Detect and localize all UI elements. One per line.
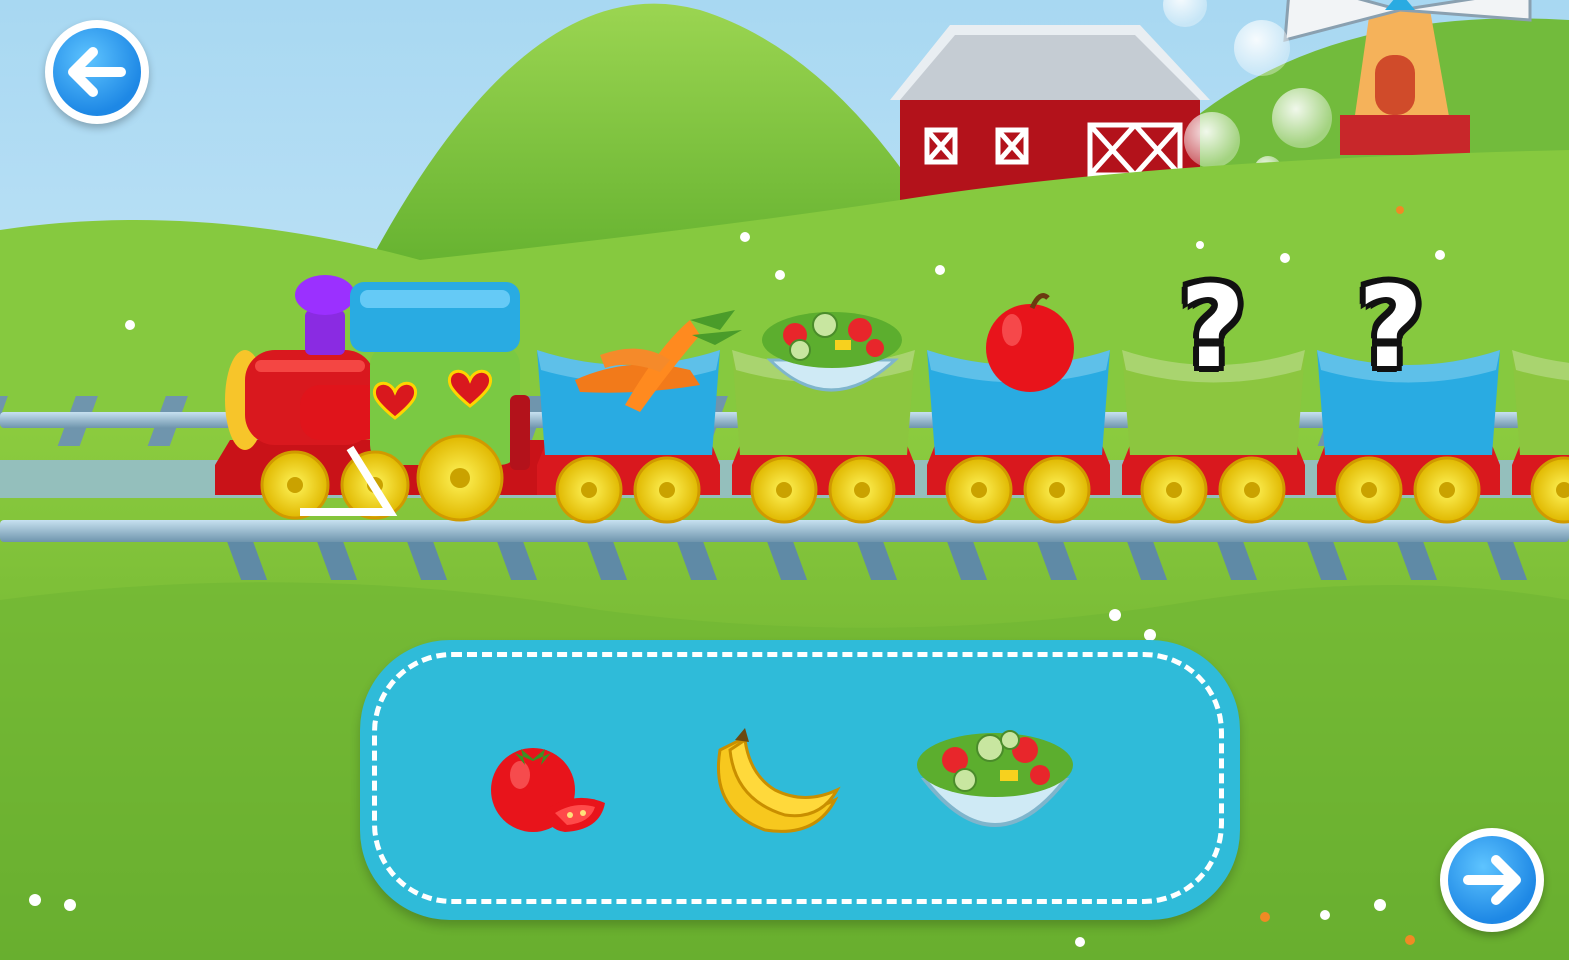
next-button[interactable] (1440, 828, 1544, 932)
wheel-hub (1166, 482, 1182, 498)
wheel-hub (581, 482, 597, 498)
wheel-hub (1049, 482, 1065, 498)
arrow-right-icon (1463, 855, 1521, 905)
wheel-hub (1244, 482, 1260, 498)
tomato-choice[interactable] (485, 735, 615, 835)
wheel-hub (1439, 482, 1455, 498)
choices-tray (360, 640, 1240, 920)
unknown-cargo-marker: ? (1180, 263, 1245, 393)
wheel-hub (1361, 482, 1377, 498)
wheel-hub (659, 482, 675, 498)
wheel-hub (854, 482, 870, 498)
unknown-cargo-marker: ? (1358, 263, 1423, 393)
back-button[interactable] (45, 20, 149, 124)
banana-choice[interactable] (705, 720, 845, 840)
wheel-hub (971, 482, 987, 498)
salad-bowl-choice[interactable] (910, 720, 1080, 845)
arrow-left-icon (68, 47, 126, 97)
wheel-hub (776, 482, 792, 498)
